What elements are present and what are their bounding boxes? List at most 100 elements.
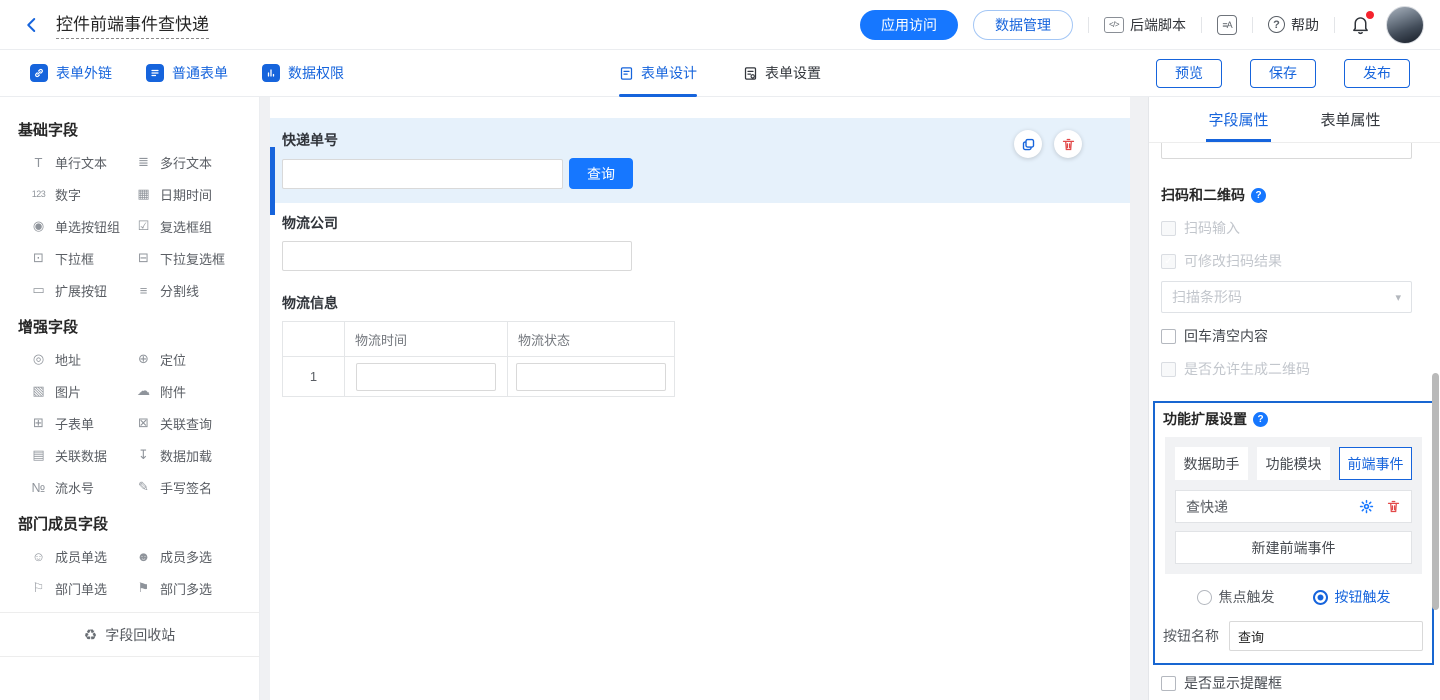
copy-field-button[interactable] xyxy=(1014,130,1042,158)
chevron-down-icon: ▾ xyxy=(1395,291,1401,304)
checkbox-generate-qr[interactable] xyxy=(1161,362,1176,377)
checkbox-editable-result[interactable]: ✓ xyxy=(1161,254,1176,269)
scan-type-dropdown[interactable]: 扫描条形码 ▾ xyxy=(1161,281,1412,313)
field-logistics-info[interactable]: 物流信息 物流时间 物流状态 1 xyxy=(270,285,1130,397)
tab-field-properties[interactable]: 字段属性 xyxy=(1208,97,1268,142)
tab-function-module[interactable]: 功能模块 xyxy=(1257,447,1330,480)
app-access-button[interactable]: 应用访问 xyxy=(860,10,958,40)
sidebar-item-single-line-text[interactable]: T单行文本 xyxy=(30,146,135,178)
sidebar-item-multi-dropdown[interactable]: ⊟下拉复选框 xyxy=(135,242,240,274)
new-frontend-event-button[interactable]: 新建前端事件 xyxy=(1175,531,1412,564)
tab-form-settings[interactable]: 表单设置 xyxy=(743,50,821,97)
event-settings-button[interactable] xyxy=(1359,499,1374,514)
dept-multi-icon: ⚑ xyxy=(135,580,152,596)
field-recycle-bin-button[interactable]: ♻ 字段回收站 xyxy=(0,612,259,657)
sidebar-item-data-load[interactable]: ↧数据加载 xyxy=(135,439,240,471)
sidebar-item-label: 流水号 xyxy=(55,478,94,497)
event-delete-button[interactable] xyxy=(1386,499,1401,514)
field-express-number[interactable]: 快递单号 查询 xyxy=(270,118,1130,203)
frontend-event-item[interactable]: 查快递 xyxy=(1175,490,1412,523)
logistics-company-input[interactable] xyxy=(282,241,632,271)
checkbox-enter-clear[interactable] xyxy=(1161,329,1176,344)
sidebar-item-related-query[interactable]: ⊠关联查询 xyxy=(135,407,240,439)
clipped-input[interactable] xyxy=(1161,143,1412,159)
selected-indicator-bar xyxy=(270,147,275,215)
sidebar-item-attachment[interactable]: ☁附件 xyxy=(135,375,240,407)
single-line-text-icon: T xyxy=(30,155,47,170)
notification-bell-icon[interactable] xyxy=(1350,14,1371,35)
user-avatar[interactable] xyxy=(1386,6,1424,44)
form-title[interactable]: 控件前端事件查快递 xyxy=(56,10,209,39)
dropdown-value: 扫描条形码 xyxy=(1172,287,1242,307)
checkbox-scan-input[interactable] xyxy=(1161,221,1176,236)
normal-form-label: 普通表单 xyxy=(172,63,228,83)
sidebar-item-image[interactable]: ▧图片 xyxy=(30,375,135,407)
sidebar-item-member-multi[interactable]: ☻成员多选 xyxy=(135,540,240,572)
sidebar-item-serial-number[interactable]: № 流水号 xyxy=(30,471,135,503)
form-design-icon xyxy=(619,66,634,81)
sidebar-item-checkbox-group[interactable]: ☑复选框组 xyxy=(135,210,240,242)
sidebar-item-member-single[interactable]: ☺成员单选 xyxy=(30,540,135,572)
sidebar-item-label: 扩展按钮 xyxy=(55,281,107,300)
sidebar-item-dept-multi[interactable]: ⚑ 部门多选 xyxy=(135,572,240,604)
link-icon xyxy=(30,64,48,82)
checkbox-row-show-reminder[interactable]: 是否显示提醒框 xyxy=(1161,673,1428,693)
tab-form-properties[interactable]: 表单属性 xyxy=(1321,97,1381,142)
sidebar-item-multi-line-text[interactable]: ≣多行文本 xyxy=(135,146,240,178)
save-button[interactable]: 保存 xyxy=(1250,59,1316,88)
help-question-icon[interactable]: ? xyxy=(1251,188,1266,203)
serial-number-icon: № xyxy=(30,480,47,495)
sidebar-item-label: 部门多选 xyxy=(160,579,212,598)
help-button[interactable]: ? 帮助 xyxy=(1268,15,1319,35)
data-manage-button[interactable]: 数据管理 xyxy=(973,10,1073,40)
panel-scrollbar[interactable] xyxy=(1432,373,1439,610)
preview-button[interactable]: 预览 xyxy=(1156,59,1222,88)
checkbox-row-generate-qr[interactable]: 是否允许生成二维码 xyxy=(1161,359,1428,379)
checkbox-row-scan-input[interactable]: 扫码输入 xyxy=(1161,218,1428,238)
logistics-time-input[interactable] xyxy=(356,363,496,391)
sidebar-item-subform[interactable]: ⊞子表单 xyxy=(30,407,135,439)
search-button[interactable]: 查询 xyxy=(569,158,633,189)
sidebar-item-label: 下拉复选框 xyxy=(160,249,225,268)
backend-script-button[interactable]: </> 后端脚本 xyxy=(1104,15,1186,35)
form-external-link-button[interactable]: 表单外链 xyxy=(30,63,112,83)
sidebar-item-dropdown[interactable]: ⊡ 下拉框 xyxy=(30,242,135,274)
checkbox-row-enter-clear[interactable]: 回车清空内容 xyxy=(1161,326,1428,346)
back-button[interactable] xyxy=(20,13,44,37)
field-logistics-company[interactable]: 物流公司 xyxy=(270,205,1130,271)
sidebar-item-datetime[interactable]: ▦日期时间 xyxy=(135,178,240,210)
logistics-status-input[interactable] xyxy=(516,363,666,391)
contacts-icon[interactable]: ≡A xyxy=(1217,15,1237,35)
tab-form-design[interactable]: 表单设计 xyxy=(619,50,697,97)
button-name-input[interactable] xyxy=(1229,621,1423,651)
dropdown-icon: ⊡ xyxy=(30,250,47,266)
radio-button-trigger[interactable]: 按钮触发 xyxy=(1313,587,1391,607)
data-permission-button[interactable]: 数据权限 xyxy=(262,63,344,83)
sidebar-item-dept-single[interactable]: ⚐部门单选 xyxy=(30,572,135,604)
sidebar-item-label: 关联查询 xyxy=(160,414,212,433)
checkbox-show-reminder[interactable] xyxy=(1161,676,1176,691)
tab-frontend-event[interactable]: 前端事件 xyxy=(1339,447,1412,480)
sidebar-item-location[interactable]: ⊕定位 xyxy=(135,343,240,375)
member-multi-icon: ☻ xyxy=(135,549,152,564)
sidebar-item-label: 下拉框 xyxy=(55,249,94,268)
radio-label: 焦点触发 xyxy=(1219,587,1275,607)
section-title-enhanced-fields: 增强字段 xyxy=(18,316,259,337)
express-number-input[interactable] xyxy=(282,159,563,189)
publish-button[interactable]: 发布 xyxy=(1344,59,1410,88)
help-question-icon[interactable]: ? xyxy=(1253,412,1268,427)
radio-group-icon: ◉ xyxy=(30,218,47,234)
sidebar-item-number[interactable]: 123数字 xyxy=(30,178,135,210)
sidebar-item-address[interactable]: ◎地址 xyxy=(30,343,135,375)
tab-data-helper[interactable]: 数据助手 xyxy=(1175,447,1248,480)
sidebar-item-radio-group[interactable]: ◉单选按钮组 xyxy=(30,210,135,242)
checkbox-row-editable-result[interactable]: ✓ 可修改扫码结果 xyxy=(1161,251,1428,271)
sidebar-item-extend-button[interactable]: ▭扩展按钮 xyxy=(30,274,135,306)
normal-form-button[interactable]: 普通表单 xyxy=(146,63,228,83)
delete-field-button[interactable] xyxy=(1054,130,1082,158)
sidebar-item-signature[interactable]: ✎手写签名 xyxy=(135,471,240,503)
radio-focus-trigger[interactable]: 焦点触发 xyxy=(1197,587,1275,607)
sidebar-item-related-data[interactable]: ▤关联数据 xyxy=(30,439,135,471)
sidebar-item-divider-line[interactable]: ≡分割线 xyxy=(135,274,240,306)
copy-icon xyxy=(1021,137,1036,152)
